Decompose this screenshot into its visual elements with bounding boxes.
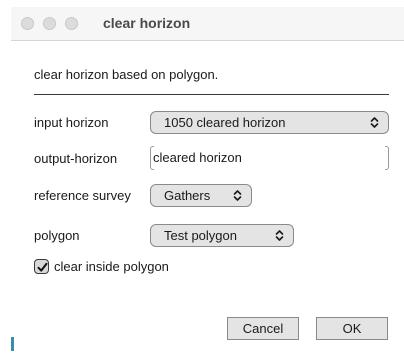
window-edge-accent (11, 337, 14, 351)
cancel-button[interactable]: Cancel (227, 317, 299, 340)
input-horizon-label: input horizon (34, 115, 109, 130)
minimize-window-button[interactable] (43, 17, 56, 30)
title-bar[interactable]: clear horizon (11, 7, 404, 41)
reference-survey-select[interactable]: Gathers (150, 184, 252, 207)
polygon-label: polygon (34, 228, 80, 243)
window-title: clear horizon (103, 15, 191, 31)
polygon-select[interactable]: Test polygon (150, 224, 294, 247)
checkmark-icon (37, 262, 48, 272)
section-divider (34, 94, 389, 95)
ok-button[interactable]: OK (316, 317, 388, 340)
dialog-description: clear horizon based on polygon. (34, 67, 219, 82)
dialog-window (11, 7, 404, 358)
close-window-button[interactable] (21, 17, 34, 30)
clear-inside-label: clear inside polygon (54, 259, 169, 274)
output-horizon-field[interactable]: cleared horizon (150, 146, 389, 170)
reference-survey-value: Gathers (164, 188, 211, 203)
input-horizon-select[interactable]: 1050 cleared horizon (150, 111, 389, 134)
output-horizon-label: output-horizon (34, 151, 118, 166)
clear-inside-checkbox[interactable] (34, 259, 49, 274)
output-horizon-value: cleared horizon (153, 150, 242, 165)
polygon-value: Test polygon (164, 228, 237, 243)
reference-survey-label: reference survey (34, 188, 131, 203)
chevron-up-down-icon (275, 230, 284, 241)
zoom-window-button[interactable] (65, 17, 78, 30)
chevron-up-down-icon (233, 190, 242, 201)
input-horizon-value: 1050 cleared horizon (164, 115, 286, 130)
field-border-right (385, 146, 389, 170)
chevron-up-down-icon (370, 117, 379, 128)
